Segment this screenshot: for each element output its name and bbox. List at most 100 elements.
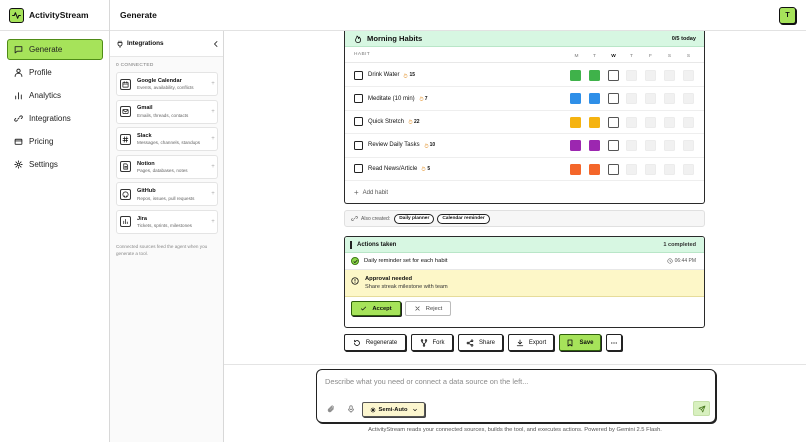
sidebar-item-integrations[interactable]: Integrations <box>7 108 103 129</box>
send-button[interactable] <box>693 401 710 416</box>
day-cell-done[interactable] <box>570 140 581 152</box>
export-button[interactable]: Export <box>508 334 554 351</box>
habit-checkbox[interactable] <box>354 94 363 104</box>
day-header: T <box>630 54 633 59</box>
integration-slack[interactable]: Slack Messages, channels, standups + <box>116 127 218 152</box>
day-cell-empty[interactable] <box>683 93 694 105</box>
day-cell-done[interactable] <box>589 163 600 175</box>
activity-logo-icon <box>9 7 24 23</box>
day-cell-empty[interactable] <box>626 93 637 105</box>
sidebar-item-profile[interactable]: Profile <box>7 62 103 83</box>
day-cell-empty[interactable] <box>683 116 694 128</box>
card-icon <box>14 138 23 145</box>
add-icon[interactable]: + <box>210 164 216 170</box>
sidebar-item-label: Pricing <box>29 137 54 146</box>
sparkle-icon <box>369 406 376 413</box>
regenerate-button[interactable]: Regenerate <box>344 334 406 351</box>
day-cell-done[interactable] <box>570 116 581 128</box>
save-button[interactable]: Save <box>559 334 601 351</box>
day-cell-empty[interactable] <box>664 163 675 175</box>
github-icon <box>120 188 131 200</box>
add-icon[interactable]: + <box>210 81 216 87</box>
habit-streak: 5 <box>421 166 430 172</box>
more-options-button[interactable] <box>606 334 622 351</box>
add-habit-button[interactable]: + Add habit <box>354 188 388 197</box>
day-cell-empty[interactable] <box>683 70 694 81</box>
fork-button[interactable]: Fork <box>411 334 453 351</box>
avatar[interactable]: T <box>779 7 796 24</box>
reject-button[interactable]: Reject <box>405 301 451 316</box>
day-cell-empty[interactable] <box>664 93 675 105</box>
day-cell-today[interactable] <box>608 163 619 175</box>
add-icon[interactable]: + <box>210 219 216 225</box>
microphone-icon[interactable] <box>347 405 355 413</box>
day-cell-today[interactable] <box>608 70 619 81</box>
day-cell-done[interactable] <box>570 70 581 81</box>
day-header: S <box>667 54 672 59</box>
sidebar-item-analytics[interactable]: Analytics <box>7 85 103 106</box>
share-label: Share <box>478 339 495 346</box>
integration-name: Google Calendar <box>137 77 182 84</box>
integration-notion[interactable]: Notion Pages, databases, notes + <box>116 154 218 179</box>
day-cell-empty[interactable] <box>626 140 637 152</box>
share-button[interactable]: Share <box>458 334 503 351</box>
day-cell-empty[interactable] <box>664 70 675 81</box>
chevron-left-icon[interactable] <box>212 40 220 48</box>
day-cell-empty[interactable] <box>645 70 656 81</box>
paperclip-icon[interactable] <box>327 405 335 413</box>
brand[interactable]: ActivityStream <box>0 0 109 31</box>
add-icon[interactable]: + <box>210 191 216 197</box>
integration-jira[interactable]: Jira Tickets, sprints, milestones + <box>116 209 218 234</box>
mode-select[interactable]: Semi-Auto <box>362 402 425 417</box>
habit-checkbox[interactable] <box>354 164 363 174</box>
gear-icon <box>14 160 23 169</box>
approval-panel: Approval needed Share streak milestone w… <box>345 270 704 297</box>
clock-icon <box>667 258 673 264</box>
day-cell-empty[interactable] <box>664 116 675 128</box>
accept-button[interactable]: Accept <box>351 301 401 316</box>
day-cell-empty[interactable] <box>626 116 637 128</box>
chip-daily-planner[interactable]: Daily planner <box>394 213 435 224</box>
chip-calendar-reminder[interactable]: Calendar reminder <box>437 213 490 224</box>
day-cell-done[interactable] <box>570 163 581 175</box>
action-time: 06:44 PM <box>667 258 696 264</box>
add-icon[interactable]: + <box>210 136 216 142</box>
day-cell-empty[interactable] <box>645 93 656 105</box>
day-cell-empty[interactable] <box>645 140 656 152</box>
day-cell-empty[interactable] <box>683 140 694 152</box>
habit-checkbox[interactable] <box>354 140 363 150</box>
day-cell-today[interactable] <box>608 116 619 128</box>
also-created-bar: Also created: Daily planner Calendar rem… <box>344 210 705 227</box>
habit-card-header: Morning Habits 0/5 today <box>345 31 704 47</box>
day-cell-empty[interactable] <box>645 116 656 128</box>
day-cell-empty[interactable] <box>626 70 637 81</box>
habit-row: Read News/Article 5 <box>345 158 704 181</box>
habit-streak: 22 <box>408 119 420 125</box>
day-cell-today[interactable] <box>608 140 619 152</box>
day-cell-done[interactable] <box>589 116 600 128</box>
day-cell-empty[interactable] <box>645 163 656 175</box>
sidebar-item-pricing[interactable]: Pricing <box>7 131 103 152</box>
day-cell-empty[interactable] <box>683 163 694 175</box>
day-cell-empty[interactable] <box>664 140 675 152</box>
sidebar-item-settings[interactable]: Settings <box>7 154 103 175</box>
integration-gmail[interactable]: Gmail Emails, threads, contacts + <box>116 99 218 124</box>
footer-note: ActivityStream reads your connected sour… <box>368 427 662 433</box>
day-cell-done[interactable] <box>570 93 581 105</box>
integration-google-calendar[interactable]: Google Calendar Events, availability, con… <box>116 72 218 96</box>
sidebar-item-label: Settings <box>29 160 58 169</box>
sidebar-item-generate[interactable]: Generate <box>7 39 103 60</box>
day-cell-done[interactable] <box>589 70 600 81</box>
habit-checkbox[interactable] <box>354 117 363 127</box>
habit-name: Review Daily Tasks <box>368 142 420 149</box>
add-icon[interactable]: + <box>210 109 216 115</box>
day-cell-today[interactable] <box>608 93 619 105</box>
day-cell-done[interactable] <box>589 93 600 105</box>
avatar-initial: T <box>785 12 790 19</box>
day-cell-empty[interactable] <box>626 163 637 175</box>
prompt-input[interactable] <box>325 377 705 386</box>
integration-github[interactable]: GitHub Repos, issues, pull requests + <box>116 182 218 207</box>
habit-checkbox[interactable] <box>354 70 363 80</box>
day-cell-done[interactable] <box>589 140 600 152</box>
actions-header: Actions taken 1 completed <box>345 237 704 253</box>
